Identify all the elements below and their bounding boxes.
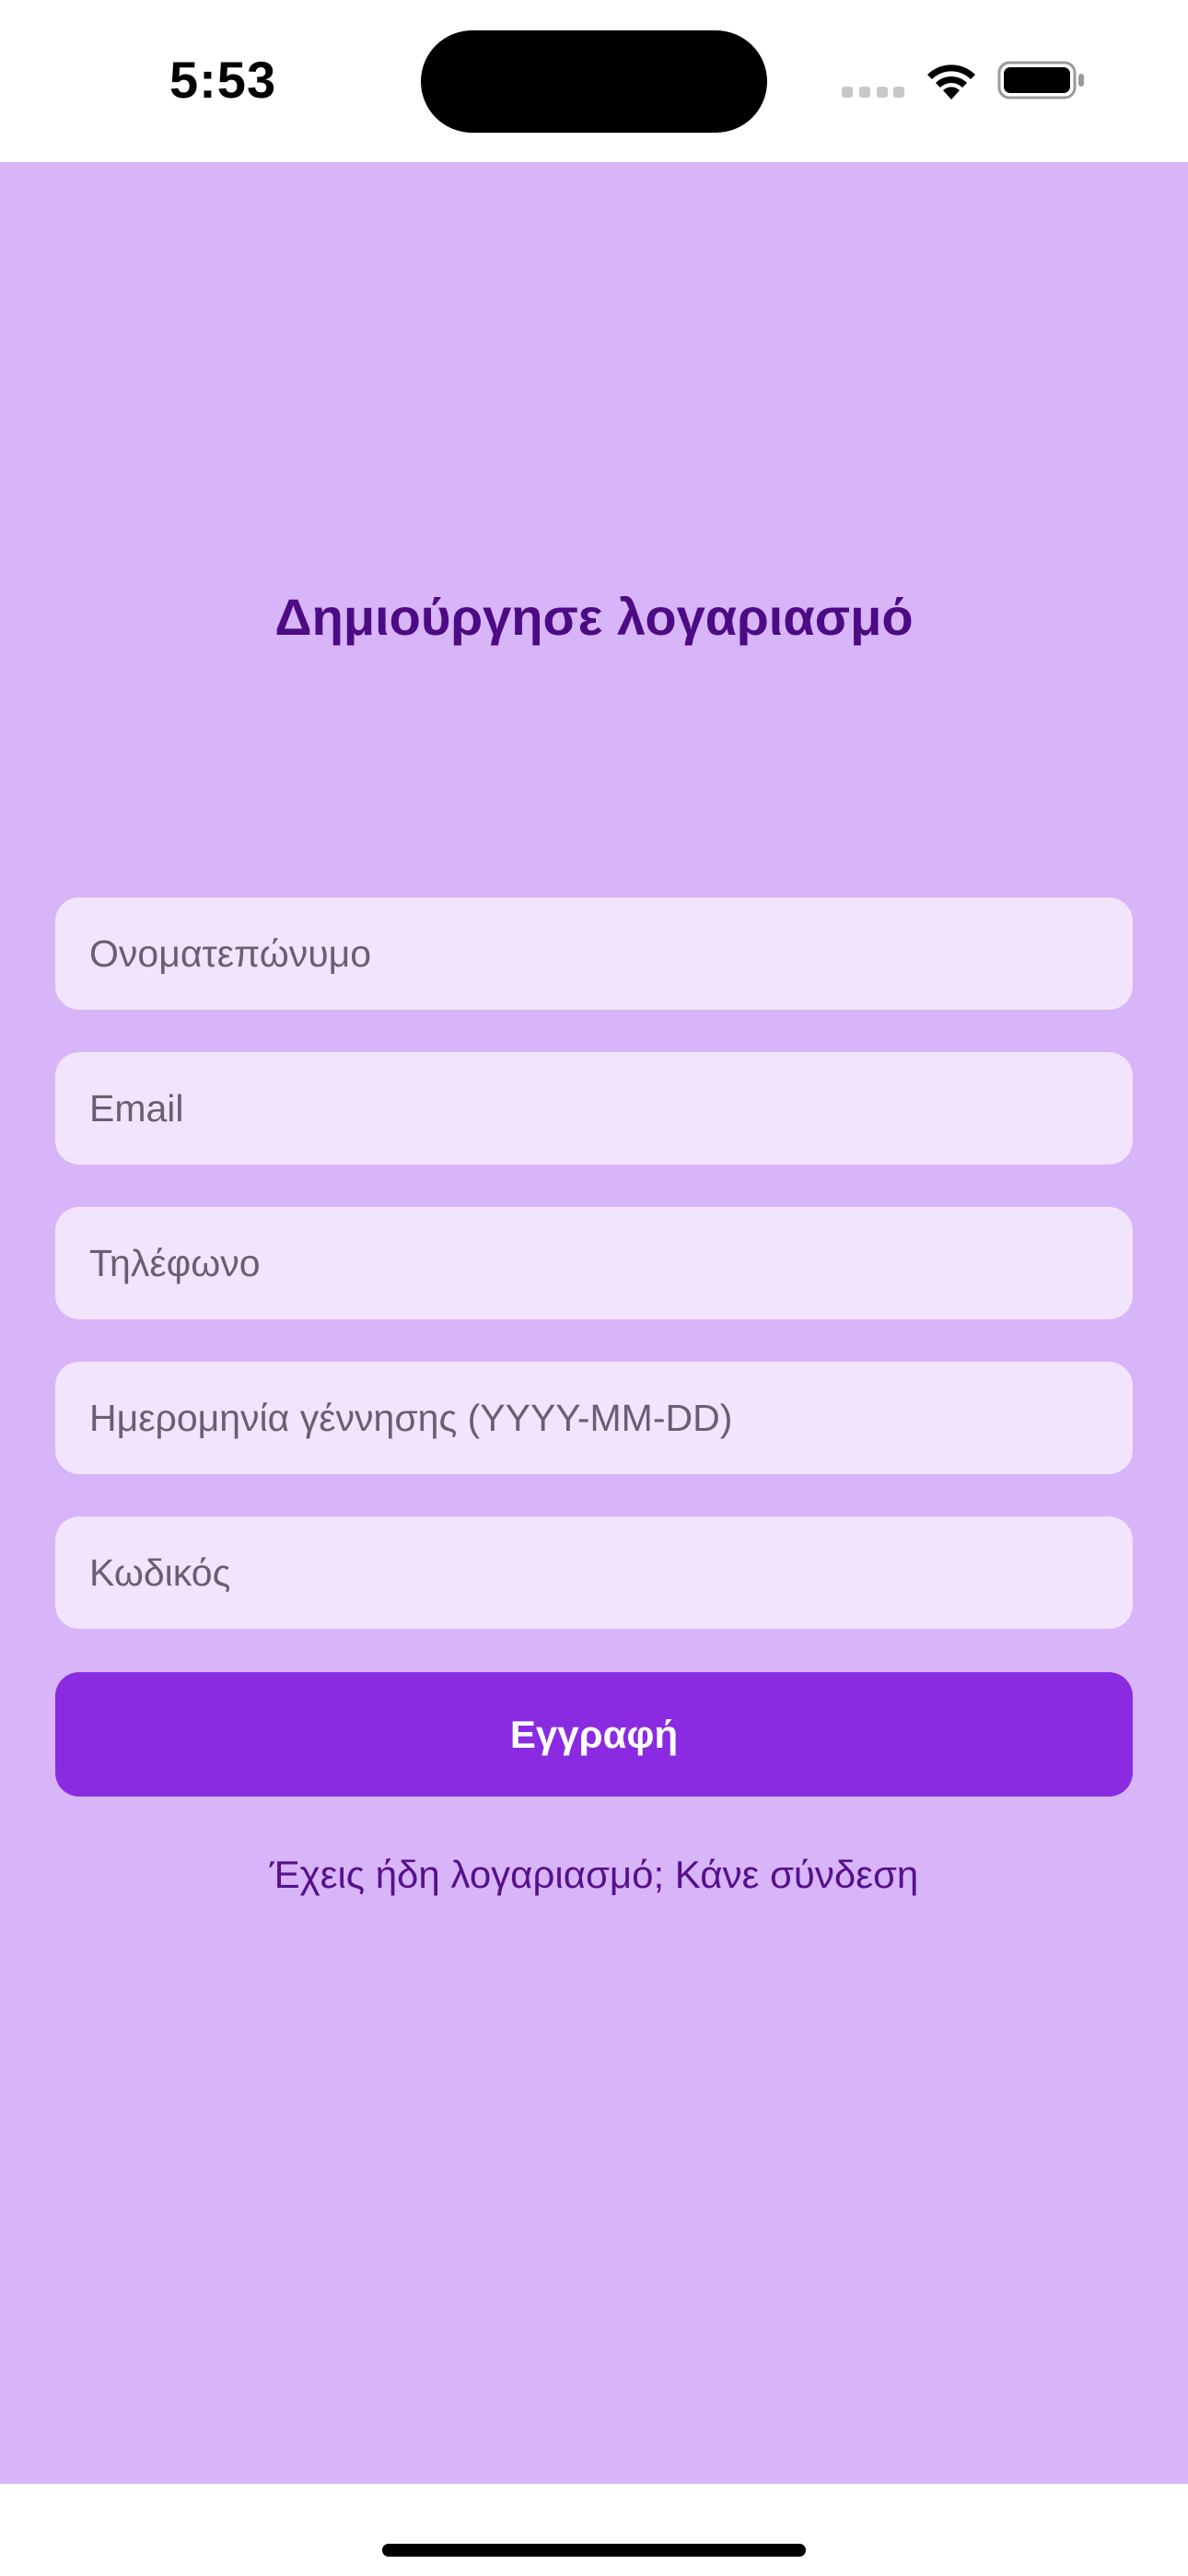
phone-input[interactable] xyxy=(55,1207,1133,1319)
home-indicator[interactable] xyxy=(382,2544,806,2557)
full-name-field[interactable] xyxy=(55,897,1133,1010)
email-field[interactable] xyxy=(55,1052,1133,1165)
password-input[interactable] xyxy=(55,1516,1133,1629)
battery-icon xyxy=(997,61,1084,100)
password-field[interactable] xyxy=(55,1516,1133,1629)
birthdate-input[interactable] xyxy=(55,1362,1133,1474)
cellular-signal-icon xyxy=(842,87,904,98)
full-name-input[interactable] xyxy=(55,897,1133,1010)
dynamic-island xyxy=(421,30,767,133)
phone-field[interactable] xyxy=(55,1207,1133,1319)
wifi-icon xyxy=(927,64,975,100)
email-input[interactable] xyxy=(55,1052,1133,1165)
status-bar: 5:53 xyxy=(0,0,1188,162)
birthdate-field[interactable] xyxy=(55,1362,1133,1474)
status-time: 5:53 xyxy=(169,51,277,109)
signup-screen xyxy=(0,162,1188,2484)
login-link[interactable]: Έχεις ήδη λογαριασμό; Κάνε σύνδεση xyxy=(0,1847,1188,1903)
page-title: Δημιούργησε λογαριασμό xyxy=(274,588,914,646)
home-indicator-area xyxy=(0,2484,1188,2576)
register-button[interactable]: Εγγραφή xyxy=(55,1672,1133,1797)
